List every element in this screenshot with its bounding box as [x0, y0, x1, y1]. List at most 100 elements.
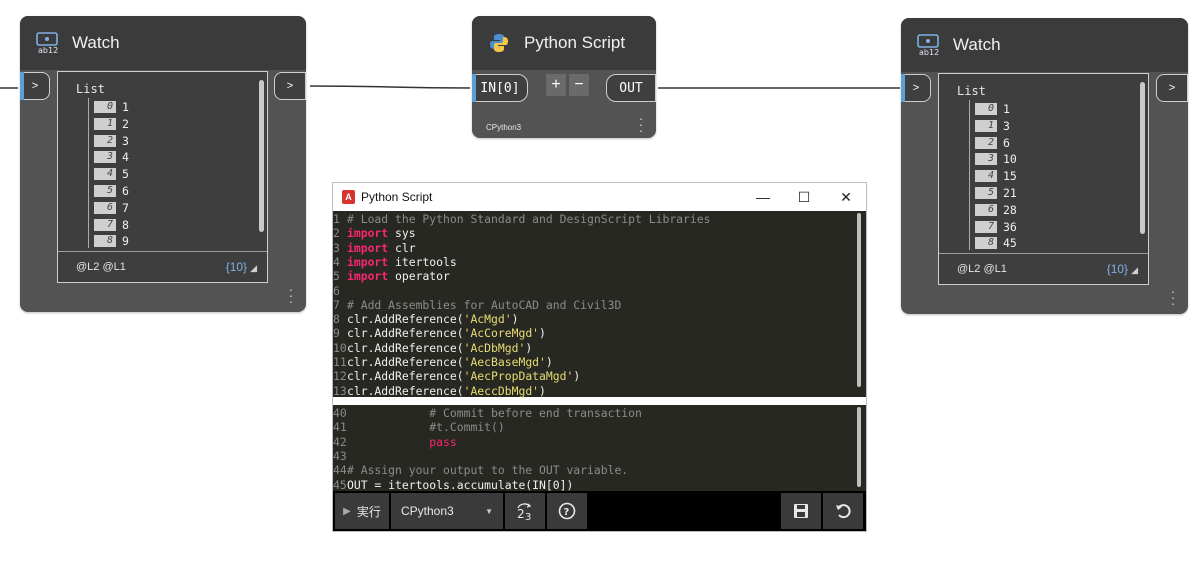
list-item[interactable]: 01: [975, 101, 1010, 117]
convert-button[interactable]: 23: [505, 493, 545, 529]
list-item[interactable]: 34: [94, 149, 129, 165]
editor-titlebar[interactable]: A Python Script — ☐ ✕: [333, 183, 866, 211]
code-line[interactable]: 40 # Commit before end transaction: [333, 406, 642, 420]
save-button[interactable]: [781, 493, 821, 529]
code-line[interactable]: 12clr.AddReference('AecPropDataMgd'): [333, 369, 580, 383]
list-index: 6: [975, 203, 997, 216]
code-text: clr: [388, 240, 416, 255]
watch-output-panel[interactable]: List 0 1 1 3 2 6 3 10 4 15 5 21 6 28 7 36 8 45 @L2 @L1 {1…: [938, 73, 1149, 285]
input-port[interactable]: >: [901, 74, 931, 102]
right-watch-node[interactable]: ab12 Watch > > List 0 1 1 3 2 6 3 10 4 15 5 21 6 28 7 3…: [901, 18, 1188, 314]
code-keyword: pass: [429, 434, 457, 449]
list-value: 45: [1003, 236, 1017, 251]
output-port[interactable]: >: [1156, 74, 1188, 102]
code-line[interactable]: 41 #t.Commit(): [333, 420, 505, 434]
code-string: 'AeccDbMgd': [463, 383, 540, 398]
resize-icon[interactable]: ◢: [1131, 265, 1138, 275]
output-port[interactable]: >: [274, 72, 306, 100]
node-menu-icon[interactable]: · · ·: [286, 282, 296, 308]
list-item[interactable]: 67: [94, 200, 129, 216]
code-line[interactable]: 44# Assign your output to the OUT variab…: [333, 463, 628, 477]
code-line[interactable]: 43: [333, 449, 347, 463]
close-button[interactable]: ✕: [836, 187, 856, 207]
list-item[interactable]: 5 21: [975, 185, 1017, 201]
list-item[interactable]: 12: [94, 116, 129, 132]
list-item[interactable]: 23: [94, 133, 129, 149]
item-count[interactable]: {10} ◢: [1107, 262, 1138, 276]
vertical-scrollbar[interactable]: [259, 80, 264, 232]
code-line[interactable]: 10clr.AddReference('AcDbMgd'): [333, 341, 532, 355]
left-watch-header[interactable]: ab12 Watch: [20, 16, 306, 70]
list-index: 1: [94, 117, 116, 130]
output-port-out[interactable]: OUT: [606, 74, 656, 102]
code-text: ): [545, 355, 553, 369]
code-line[interactable]: 42 pass: [333, 435, 457, 449]
engine-label: CPython3: [486, 123, 522, 132]
resize-icon[interactable]: ◢: [250, 263, 257, 273]
vertical-scrollbar[interactable]: [857, 213, 861, 387]
item-count[interactable]: {10} ◢: [226, 260, 257, 274]
remove-input-button[interactable]: −: [569, 74, 589, 96]
code-line[interactable]: 7 # Add Assemblies for AutoCAD and Civil3…: [333, 298, 621, 312]
list-item[interactable]: 78: [94, 217, 129, 233]
left-watch-node[interactable]: ab12 Watch > > List 011223344556677889 @…: [20, 16, 306, 312]
code-line[interactable]: 9 clr.AddReference('AcCoreMgd'): [333, 326, 546, 340]
code-editor-top[interactable]: 1 # Load the Python Standard and DesignSc…: [333, 211, 866, 398]
code-line[interactable]: 13clr.AddReference('AeccDbMgd'): [333, 384, 546, 398]
code-string: 'AecBaseMgd': [463, 355, 546, 369]
port-label: OUT: [619, 80, 643, 96]
line-number: 9: [333, 326, 340, 341]
run-button[interactable]: ▶ 実行: [335, 493, 389, 529]
list-item[interactable]: 4 15: [975, 168, 1017, 184]
code-text: clr.AddReference(: [347, 312, 464, 327]
app-logo-icon: A: [342, 190, 355, 204]
add-input-button[interactable]: +: [546, 74, 566, 96]
list-item[interactable]: 01: [94, 99, 129, 115]
list-levels: @L2 @L1: [76, 261, 126, 273]
code-line[interactable]: 3 import clr: [333, 241, 416, 255]
list-item[interactable]: 13: [975, 118, 1010, 134]
engine-select[interactable]: CPython3 ▼: [391, 493, 503, 529]
list-item[interactable]: 89: [94, 233, 129, 249]
code-line[interactable]: 1 # Load the Python Standard and DesignSc…: [333, 212, 710, 226]
node-title: Watch: [72, 33, 120, 52]
code-line[interactable]: 6: [333, 284, 347, 298]
maximize-button[interactable]: ☐: [794, 187, 814, 207]
vertical-scrollbar[interactable]: [857, 407, 861, 487]
list-item[interactable]: 45: [94, 166, 129, 182]
code-line[interactable]: 4 import itertools: [333, 255, 457, 269]
python-node-header[interactable]: Python Script: [472, 16, 656, 70]
code-editor-bottom[interactable]: 40 # Commit before end transaction 41 #t.…: [333, 405, 866, 493]
list-item[interactable]: 56: [94, 183, 129, 199]
code-line[interactable]: 45OUT = itertools.accumulate(IN[0]): [333, 478, 573, 492]
code-line[interactable]: 11clr.AddReference('AecBaseMgd'): [333, 355, 553, 369]
revert-button[interactable]: [823, 493, 863, 529]
input-port[interactable]: >: [20, 72, 50, 100]
code-line[interactable]: 2 import sys: [333, 226, 416, 240]
list-item[interactable]: 26: [975, 135, 1010, 151]
minimize-button[interactable]: —: [753, 187, 773, 207]
help-button[interactable]: ?: [547, 493, 587, 529]
vertical-scrollbar[interactable]: [1140, 82, 1145, 234]
python-script-editor-window[interactable]: A Python Script — ☐ ✕ 1 # Load the Python…: [332, 182, 867, 532]
list-value: 8: [122, 217, 129, 232]
code-line[interactable]: 5 import operator: [333, 269, 450, 283]
line-number: 44: [333, 463, 347, 478]
list-item[interactable]: 7 36: [975, 219, 1017, 235]
code-line[interactable]: 8 clr.AddReference('AcMgd'): [333, 312, 518, 326]
dropdown-arrow-icon: ▼: [485, 506, 493, 516]
node-menu-icon[interactable]: · · ·: [636, 111, 646, 137]
list-item[interactable]: 8 45: [975, 235, 1017, 251]
watch-icon: ab12: [34, 30, 60, 56]
list-item[interactable]: 6 28: [975, 202, 1017, 218]
watch-output-panel[interactable]: List 011223344556677889 @L2 @L1 {10} ◢: [57, 71, 268, 283]
python-script-node[interactable]: Python Script IN[0] + − OUT CPython3 · · ·: [472, 16, 656, 138]
list-index: 6: [94, 201, 116, 214]
node-menu-icon[interactable]: · · ·: [1168, 284, 1178, 310]
code-text: sys: [388, 226, 416, 241]
right-watch-header[interactable]: ab12 Watch: [901, 18, 1188, 72]
code-string: 'AcCoreMgd': [463, 326, 540, 341]
list-item[interactable]: 3 10: [975, 151, 1017, 167]
input-port-in0[interactable]: IN[0]: [472, 74, 528, 102]
